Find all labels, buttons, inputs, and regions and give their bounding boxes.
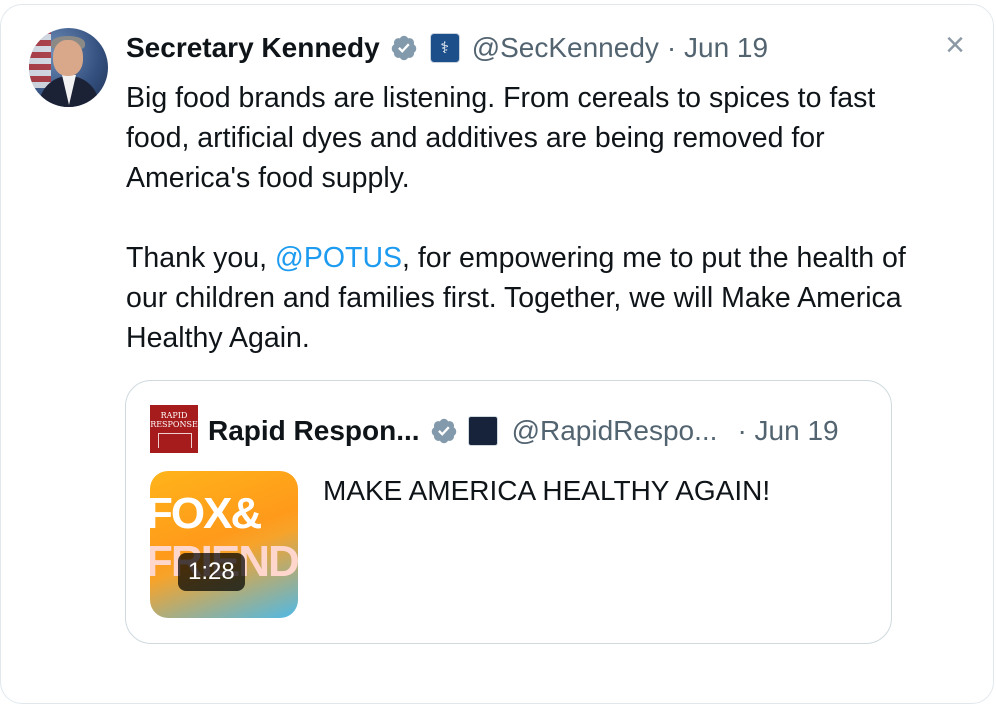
tweet-date[interactable]: · Jun 19 <box>667 32 768 64</box>
verified-badge-icon[interactable] <box>390 34 418 62</box>
thumbnail-text-line1: FOX& <box>150 489 262 538</box>
quoted-author-name[interactable]: Rapid Respon... <box>208 415 420 447</box>
close-icon[interactable]: × <box>940 28 970 62</box>
hhs-affiliate-icon[interactable]: ⚕ <box>429 33 460 63</box>
video-thumbnail[interactable]: FOX& FRIENDS 1:28 <box>150 471 298 618</box>
tweet-text: Big food brands are listening. From cere… <box>126 78 916 358</box>
quoted-author-avatar[interactable]: RAPID RESPONSE <box>150 405 198 453</box>
white-house-icon <box>158 433 192 448</box>
mention-link[interactable]: @POTUS <box>275 242 402 274</box>
author-handle[interactable]: @SecKennedy <box>472 32 659 64</box>
flag-backdrop <box>29 28 51 88</box>
tweet-header: Secretary Kennedy ⚕ @SecKennedy · Jun 19 <box>126 26 768 70</box>
tweet-text-before-mention: Thank you, <box>126 242 275 274</box>
video-duration-badge: 1:28 <box>178 553 245 591</box>
quoted-avatar-text: RAPID RESPONSE <box>150 411 198 429</box>
quoted-author-handle[interactable]: @RapidRespo... <box>512 415 718 447</box>
quoted-tweet[interactable]: RAPID RESPONSE Rapid Respon... @RapidRes… <box>125 380 892 644</box>
tweet-paragraph-2: Thank you, @POTUS, for empowering me to … <box>126 238 916 358</box>
white-house-affiliate-icon[interactable] <box>467 416 498 446</box>
avatar-head <box>53 40 83 76</box>
quoted-tweet-date[interactable]: · Jun 19 <box>737 415 838 447</box>
tweet-paragraph-1: Big food brands are listening. From cere… <box>126 82 876 194</box>
quoted-verified-badge-icon[interactable] <box>430 417 458 445</box>
author-name[interactable]: Secretary Kennedy <box>126 32 380 64</box>
quoted-header: Rapid Respon... @RapidRespo... · Jun 19 <box>208 409 839 453</box>
quoted-tweet-text: MAKE AMERICA HEALTHY AGAIN! <box>323 475 771 506</box>
author-avatar[interactable] <box>29 28 108 107</box>
